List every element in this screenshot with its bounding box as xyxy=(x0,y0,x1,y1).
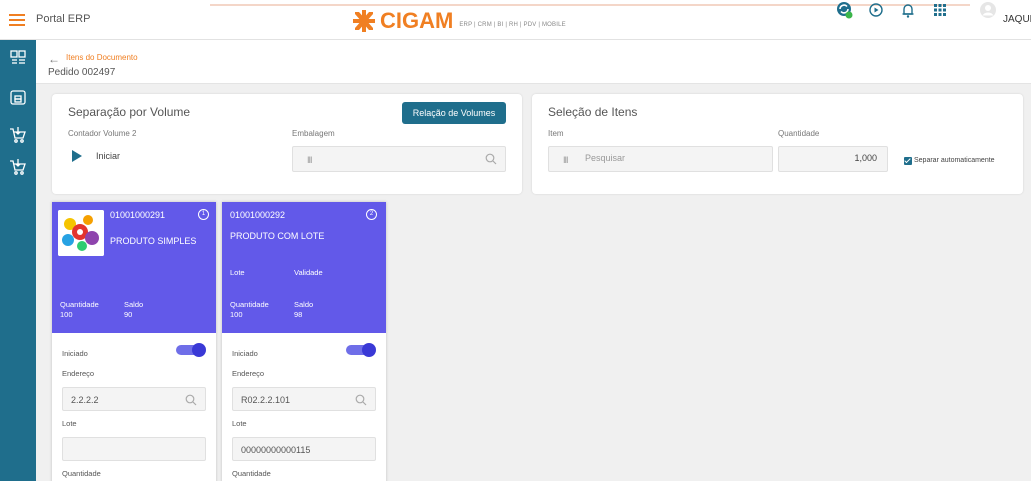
item-label: Item xyxy=(548,129,564,138)
validity-caption: Validade xyxy=(294,268,323,277)
page-title: Pedido 002497 xyxy=(48,67,116,78)
back-arrow-icon[interactable]: ← xyxy=(48,52,60,66)
hamburger-icon[interactable] xyxy=(9,14,25,26)
sidebar xyxy=(0,40,36,481)
search-icon[interactable] xyxy=(355,393,367,406)
item-panel-title: Seleção de Itens xyxy=(548,105,638,119)
volume-relation-button[interactable]: Relação de Volumes xyxy=(402,102,506,124)
item-selection-panel: Seleção de Itens Item III Pesquisar Quan… xyxy=(532,94,1023,194)
volume-panel-title: Separação por Volume xyxy=(68,105,191,119)
breadcrumb[interactable]: Itens do Documento xyxy=(66,53,138,62)
packaging-field[interactable]: III xyxy=(292,146,506,172)
volume-counter-label: Contador Volume 2 xyxy=(68,129,137,138)
packaging-label: Embalagem xyxy=(292,129,335,138)
product-card-header: 01001000292 2 PRODUTO COM LOTE Lote Vali… xyxy=(222,202,386,333)
quantity-field-label: Quantidade xyxy=(232,469,271,478)
item-search-field[interactable]: III Pesquisar xyxy=(548,146,773,172)
cart-icon[interactable] xyxy=(9,158,27,176)
address-label: Endereço xyxy=(62,369,95,378)
address-value: R02.2.2.101 xyxy=(241,395,291,405)
lot-value: 00000000000115 xyxy=(241,445,311,455)
address-label: Endereço xyxy=(232,369,265,378)
product-card-body: Iniciado Endereço 2.2.2.2 Lote Quantidad… xyxy=(52,333,216,481)
play-circle-icon[interactable] xyxy=(866,0,886,20)
product-code: 01001000292 xyxy=(230,210,286,220)
quantity-field[interactable]: 1,000 xyxy=(778,146,888,172)
apps-grid-icon[interactable] xyxy=(930,0,950,20)
logo-text: CIGAM xyxy=(380,8,454,33)
quantity-field-label: Quantidade xyxy=(62,469,101,478)
lookup-icon: III xyxy=(307,155,312,165)
start-label[interactable]: Iniciar xyxy=(96,151,120,161)
lot-label: Lote xyxy=(62,419,77,428)
document-list-icon[interactable] xyxy=(9,49,27,67)
sub-header: ← Itens do Documento Pedido 002497 xyxy=(36,40,1031,84)
balance-caption: Saldo xyxy=(294,300,314,309)
top-accent-line xyxy=(210,4,970,6)
started-label: Iniciado xyxy=(232,349,258,358)
lot-field[interactable] xyxy=(62,437,206,461)
product-card-body: Iniciado Endereço R02.2.2.101 Lote 00000… xyxy=(222,333,386,481)
lot-field[interactable]: 00000000000115 xyxy=(232,437,376,461)
bell-icon[interactable] xyxy=(898,0,918,20)
volume-separation-panel: Separação por Volume Relação de Volumes … xyxy=(52,94,522,194)
item-search-placeholder: Pesquisar xyxy=(585,153,626,163)
product-index-badge: 2 xyxy=(366,209,377,220)
quantity-caption: Quantidade xyxy=(230,300,269,309)
sync-icon[interactable] xyxy=(834,0,854,20)
product-index-badge: 1 xyxy=(198,209,209,220)
product-card[interactable]: 01001000292 2 PRODUTO COM LOTE Lote Vali… xyxy=(222,202,386,481)
cigam-logo[interactable]: CIGAM ERP | CRM | BI | RH | PDV | MOBILE xyxy=(352,8,566,33)
logo-mark-icon xyxy=(352,10,378,32)
balance-caption: Saldo xyxy=(124,300,144,309)
address-field[interactable]: R02.2.2.101 xyxy=(232,387,376,411)
address-value: 2.2.2.2 xyxy=(71,395,99,405)
user-avatar-icon[interactable] xyxy=(978,0,998,20)
lookup-icon: III xyxy=(563,155,568,165)
portal-title: Portal ERP xyxy=(36,13,91,25)
quantity-caption: Quantidade xyxy=(60,300,99,309)
quantity-number: 100 xyxy=(230,310,243,319)
lot-caption: Lote xyxy=(230,268,245,277)
started-toggle[interactable] xyxy=(346,343,376,357)
balance-number: 90 xyxy=(124,310,133,319)
warehouse-icon[interactable] xyxy=(9,88,27,106)
started-label: Iniciado xyxy=(62,349,88,358)
logo-tagline: ERP | CRM | BI | RH | PDV | MOBILE xyxy=(459,22,566,28)
product-name: PRODUTO SIMPLES xyxy=(110,236,197,246)
balance-number: 98 xyxy=(294,310,303,319)
auto-separate-checkbox[interactable] xyxy=(904,157,912,165)
quantity-number: 100 xyxy=(60,310,73,319)
quantity-value: 1,000 xyxy=(854,153,877,163)
search-icon[interactable] xyxy=(185,393,197,406)
quantity-label: Quantidade xyxy=(778,129,820,138)
product-image xyxy=(58,210,104,256)
product-name: PRODUTO COM LOTE xyxy=(230,231,325,241)
play-icon[interactable] xyxy=(70,149,84,163)
user-name[interactable]: JAQUE xyxy=(1003,14,1031,25)
auto-separate-label[interactable]: Separar automaticamente xyxy=(914,157,995,164)
lot-label: Lote xyxy=(232,419,247,428)
started-toggle[interactable] xyxy=(176,343,206,357)
address-field[interactable]: 2.2.2.2 xyxy=(62,387,206,411)
product-card-header: 01001000291 1 PRODUTO SIMPLES Quantidade… xyxy=(52,202,216,333)
product-code: 01001000291 xyxy=(110,210,166,220)
product-card[interactable]: 01001000291 1 PRODUTO SIMPLES Quantidade… xyxy=(52,202,216,481)
top-bar: Portal ERP CIGAM ERP | CRM | BI | RH | P… xyxy=(0,0,1031,40)
search-icon[interactable] xyxy=(485,152,497,165)
cart-icon[interactable] xyxy=(9,126,27,144)
